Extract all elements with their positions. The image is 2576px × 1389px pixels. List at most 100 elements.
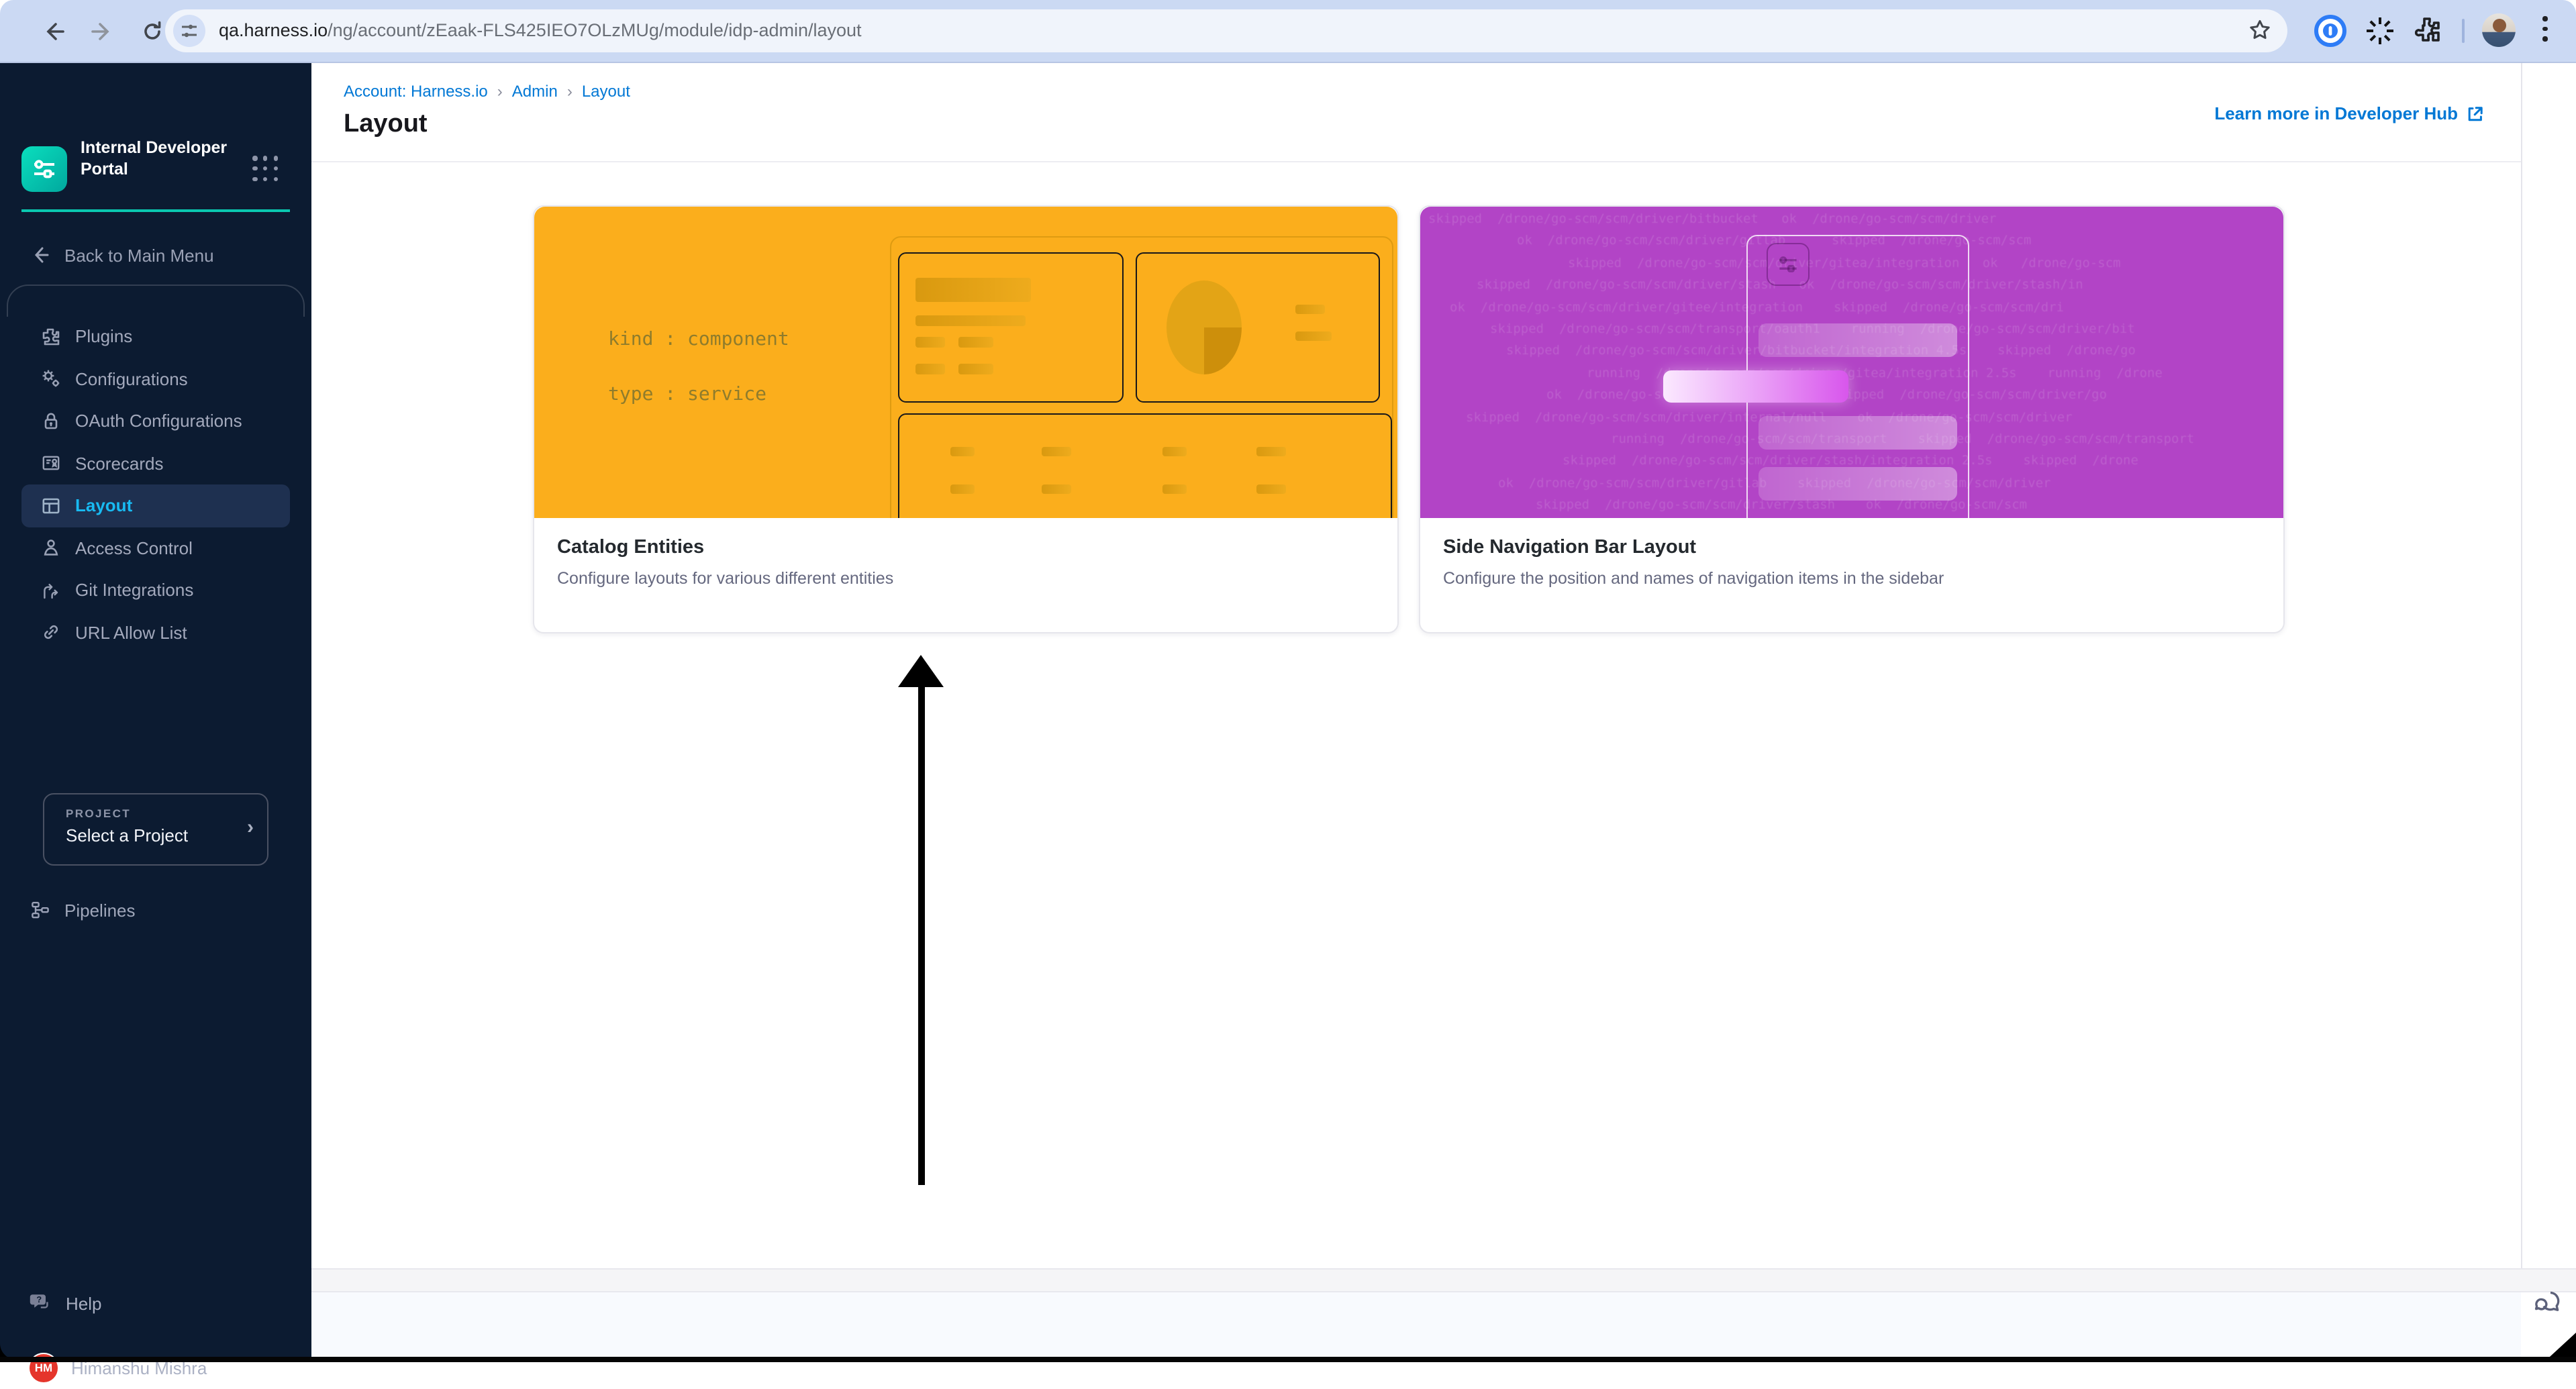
annotation-arrow-head [898, 655, 944, 687]
browser-menu-icon[interactable] [2542, 16, 2548, 46]
sidebar-item-label: OAuth Configurations [75, 411, 242, 431]
browser-reload-button[interactable] [136, 15, 168, 47]
wireframe-about-box [898, 252, 1124, 403]
dragged-nav-item-pill [1663, 370, 1848, 403]
sidebar: Internal Developer Portal Back to Main M… [0, 62, 311, 1383]
user-profile[interactable]: HM Himanshu Mishra [0, 1346, 311, 1389]
project-selector[interactable]: PROJECT Select a Project › [43, 793, 268, 866]
browser-back-button[interactable] [36, 15, 68, 47]
nav-item-pill [1758, 323, 1957, 357]
footer-band [311, 1268, 2576, 1292]
sidebar-item-plugins[interactable]: Plugins [0, 315, 311, 358]
forward-arrow-icon [91, 22, 109, 40]
extensions-puzzle-icon[interactable] [2414, 15, 2443, 44]
project-label: PROJECT [66, 807, 132, 820]
breadcrumb-account[interactable]: Account: Harness.io [344, 82, 488, 101]
browser-forward-button[interactable] [86, 15, 118, 47]
pipelines-icon [32, 901, 49, 919]
card-title: Side Navigation Bar Layout [1443, 537, 1697, 558]
page-title: Layout [344, 110, 428, 138]
apps-grid-icon[interactable] [252, 156, 279, 183]
main-content: Account: Harness.io › Admin › Layout Lay… [311, 62, 2576, 1362]
external-link-icon [2468, 106, 2483, 121]
side-nav-illustration: skipped /drone/go-scm/scm/driver/bitbuck… [1420, 207, 2283, 518]
menu-panel-edge [7, 285, 305, 317]
lock-icon [44, 413, 58, 429]
pie-chart-shape [1167, 280, 1242, 374]
toolbar-divider [2462, 19, 2465, 43]
breadcrumb-admin[interactable]: Admin [512, 82, 558, 101]
help-chat-icon: ? [30, 1294, 48, 1308]
browser-toolbar: qa.harness.io/ng/account/zEaak-FLS425IEO… [0, 0, 2576, 63]
log-line: skipped /drone/go-scm/scm/driver/bitbuck… [1428, 212, 1997, 227]
sidebar-item-git-integrations[interactable]: Git Integrations [0, 569, 311, 611]
nav-item-pill [1758, 467, 1957, 501]
annotation-arrow-shaft [918, 684, 924, 1185]
nav-item-pill [1758, 416, 1957, 450]
sidebar-item-label: Scorecards [75, 453, 164, 474]
bookmark-star-icon[interactable] [2248, 19, 2271, 42]
footer-area [311, 1292, 2521, 1362]
chat-support-icon[interactable] [2532, 1287, 2564, 1319]
browser-profile-avatar[interactable] [2482, 13, 2516, 47]
url-path: /ng/account/zEaak-FLS425IEO7OLzMUg/modul… [328, 20, 862, 40]
gears-icon [42, 370, 60, 387]
back-to-main-menu[interactable]: Back to Main Menu [0, 236, 311, 274]
window-bottom-edge [0, 1357, 2576, 1362]
learn-more-link[interactable]: Learn more in Developer Hub [2214, 103, 2485, 123]
sidebar-item-access-control[interactable]: Access Control [0, 527, 311, 569]
chevron-separator-icon: › [497, 82, 503, 101]
layout-icon [42, 498, 60, 513]
url-bar[interactable]: qa.harness.io/ng/account/zEaak-FLS425IEO… [165, 9, 2287, 52]
back-arrow-icon [34, 247, 49, 263]
catalog-entities-card[interactable]: kind : component type : service Catalog … [533, 205, 1399, 633]
sidebar-item-layout[interactable]: Layout [21, 484, 290, 527]
reload-icon [144, 20, 160, 39]
puzzle-icon [42, 328, 60, 345]
yaml-type-line: type : service [608, 384, 767, 405]
side-nav-layout-card[interactable]: skipped /drone/go-scm/scm/driver/bitbuck… [1419, 205, 2285, 633]
sidebar-item-label: Configurations [75, 368, 188, 389]
sidebar-item-oauth-configurations[interactable]: OAuth Configurations [0, 400, 311, 442]
sidebar-item-label: Layout [75, 495, 133, 516]
extension-1password-icon[interactable] [2314, 15, 2346, 47]
wireframe-table-box [898, 413, 1392, 518]
svg-text:?: ? [36, 1294, 42, 1304]
sidebar-item-label: URL Allow List [75, 622, 187, 643]
sidebar-item-scorecards[interactable]: Scorecards [0, 442, 311, 484]
help-button[interactable]: ? Help [0, 1284, 311, 1322]
site-settings-icon[interactable] [173, 15, 205, 47]
chevron-separator-icon: › [566, 82, 573, 101]
extension-spinner-icon[interactable] [2364, 15, 2396, 47]
breadcrumb-layout[interactable]: Layout [582, 82, 630, 101]
chevron-right-icon: › [247, 816, 254, 839]
sidebar-menu: Plugins Configurations OAuth Configurati… [0, 315, 311, 654]
product-title: Internal Developer Portal [81, 138, 228, 179]
card-description: Configure the position and names of navi… [1443, 569, 1944, 588]
breadcrumb: Account: Harness.io › Admin › Layout [344, 82, 630, 101]
back-to-main-menu-label: Back to Main Menu [64, 245, 214, 265]
right-rail-divider [2521, 62, 2522, 1268]
branch-icon [44, 583, 58, 599]
sidebar-item-url-allow-list[interactable]: URL Allow List [0, 611, 311, 654]
scorecard-icon [42, 456, 60, 470]
wireframe-chart-box [1136, 252, 1380, 403]
help-label: Help [66, 1293, 102, 1313]
idp-logo[interactable] [21, 146, 67, 192]
screen: qa.harness.io/ng/account/zEaak-FLS425IEO… [0, 0, 2576, 1383]
url-host: qa.harness.io [219, 20, 328, 40]
sidebar-item-label: Git Integrations [75, 580, 194, 601]
idp-logo-icon [34, 160, 54, 178]
sidebar-item-configurations[interactable]: Configurations [0, 358, 311, 400]
person-icon [44, 539, 58, 556]
header-divider [311, 161, 2521, 162]
sidebar-item-label: Access Control [75, 537, 193, 558]
card-description: Configure layouts for various different … [557, 569, 894, 588]
pipelines-label: Pipelines [64, 900, 136, 920]
brand-divider [21, 209, 290, 212]
sidebar-item-label: Plugins [75, 326, 133, 347]
sidebar-item-pipelines[interactable]: Pipelines [0, 891, 311, 929]
url-text[interactable]: qa.harness.io/ng/account/zEaak-FLS425IEO… [219, 9, 862, 52]
card-title: Catalog Entities [557, 537, 705, 558]
project-value: Select a Project [66, 825, 189, 845]
